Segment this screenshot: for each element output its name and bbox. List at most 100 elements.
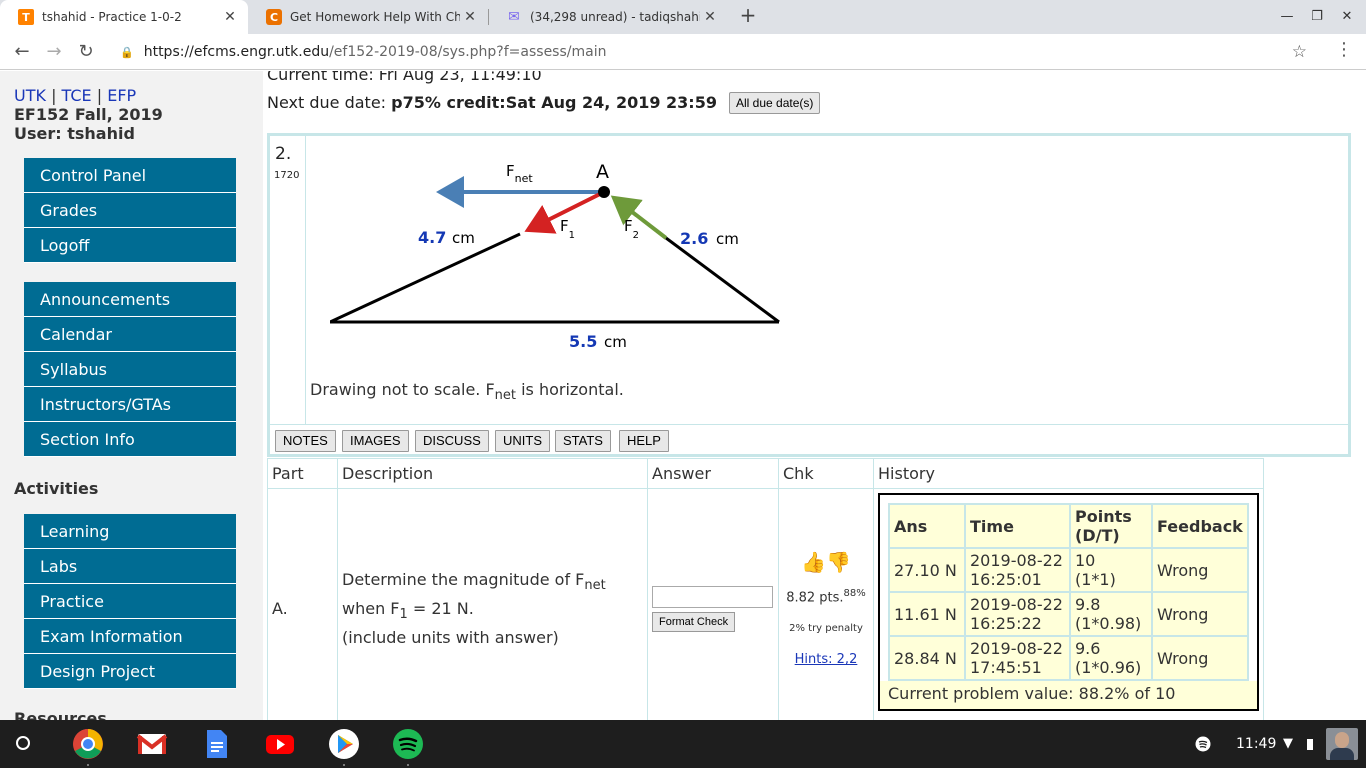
menu-syllabus[interactable]: Syllabus: [24, 352, 236, 387]
chrome-icon[interactable]: [72, 728, 104, 760]
play-store-icon[interactable]: [328, 728, 360, 760]
thumbs-down-icon[interactable]: 👎: [826, 550, 851, 574]
menu-labs[interactable]: Labs: [24, 549, 236, 584]
course-info: EF152 Fall, 2019 User: tshahid: [14, 105, 163, 143]
history-row: 27.10 N 2019-08-22 16:25:01 10 (1*1) Wrong: [888, 547, 1249, 593]
history-time: 2019-08-22 16:25:01: [964, 547, 1071, 593]
f1-label: F1: [560, 217, 575, 241]
problem-box: 2. 1720 A Fnet F1 F2 4.7 cm 2.6 cm 5.5 c…: [267, 133, 1351, 457]
history-box: Ans Time Points (D/T) Feedback 27.10 N 2…: [878, 493, 1259, 711]
due-label: Next due date:: [267, 93, 387, 112]
forward-icon[interactable]: →: [40, 38, 68, 66]
os-taskbar: 11:49 ▼: [0, 720, 1366, 768]
efp-link[interactable]: EFP: [107, 86, 136, 105]
thumbs-up-icon[interactable]: 👍: [801, 550, 826, 574]
format-check-button[interactable]: Format Check: [652, 611, 736, 632]
menu-announcements[interactable]: Announcements: [24, 282, 236, 317]
units-button[interactable]: UNITS: [495, 430, 550, 452]
running-indicator: [343, 764, 345, 766]
problem-button-row: NOTES IMAGES DISCUSS UNITS STATS HELP: [270, 424, 1348, 457]
url-path: /ef152-2019-08/sys.php?f=assess/main: [329, 44, 607, 60]
tab-title: tshahid - Practice 1-0-2: [42, 10, 182, 24]
address-bar[interactable]: 🔒 https://efcms.engr.utk.edu/ef152-2019-…: [110, 37, 1325, 67]
launcher-icon[interactable]: [16, 736, 30, 750]
tab-practice[interactable]: T tshahid - Practice 1-0-2 ✕: [0, 0, 248, 34]
tab-title: (34,298 unread) - tadiqshahid@g: [530, 10, 700, 24]
minimize-icon[interactable]: —: [1276, 6, 1298, 28]
new-tab-icon[interactable]: +: [736, 4, 760, 28]
youtube-icon[interactable]: [264, 728, 296, 760]
all-due-dates-button[interactable]: All due date(s): [729, 92, 821, 114]
close-tab-icon[interactable]: ✕: [220, 9, 240, 25]
point-a: [598, 186, 610, 198]
triangle-right-side: [665, 236, 780, 324]
answer-table: Part Description Answer Chk History A. D…: [267, 458, 1264, 720]
user-name: User: tshahid: [14, 124, 135, 143]
menu-logoff[interactable]: Logoff: [24, 228, 236, 263]
browser-tab-bar: T tshahid - Practice 1-0-2 ✕ C Get Homew…: [0, 0, 1366, 34]
restore-icon[interactable]: ❐: [1306, 6, 1328, 28]
tce-link[interactable]: TCE: [62, 86, 92, 105]
mail-favicon-icon: ✉: [508, 9, 520, 25]
running-indicator: [407, 764, 409, 766]
menu-learning[interactable]: Learning: [24, 514, 236, 549]
due-value: p75% credit:Sat Aug 24, 2019 23:59: [391, 93, 717, 112]
menu-practice[interactable]: Practice: [24, 584, 236, 619]
col-part: Part: [267, 458, 338, 489]
bottom-length: 5.5: [569, 332, 597, 351]
hints-link[interactable]: Hints: 2,2: [783, 652, 869, 667]
menu-design-project[interactable]: Design Project: [24, 654, 236, 689]
problem-note: Drawing not to scale. Fnet is horizontal…: [310, 380, 624, 404]
spotify-tray-icon[interactable]: [1195, 720, 1211, 768]
stats-button[interactable]: STATS: [555, 430, 611, 452]
close-window-icon[interactable]: ✕: [1336, 6, 1358, 28]
menu-control-panel[interactable]: Control Panel: [24, 158, 236, 193]
menu-grades[interactable]: Grades: [24, 193, 236, 228]
menu-exam-information[interactable]: Exam Information: [24, 619, 236, 654]
close-tab-icon[interactable]: ✕: [700, 9, 720, 25]
triangle-left-side: [330, 232, 521, 324]
utk-favicon-icon: T: [18, 9, 34, 25]
wifi-icon[interactable]: ▼: [1283, 720, 1293, 768]
reload-icon[interactable]: ↻: [72, 38, 100, 66]
answer-input[interactable]: [652, 585, 773, 608]
next-due-date: Next due date: p75% credit:Sat Aug 24, 2…: [267, 93, 717, 112]
google-docs-icon[interactable]: [200, 728, 232, 760]
history-points: 9.8 (1*0.98): [1069, 591, 1153, 637]
history-ans: 27.10 N: [888, 547, 966, 593]
url-host: https://efcms.engr.utk.edu: [143, 44, 330, 60]
answer-cell: Format Check: [647, 488, 779, 720]
points-text: 8.82 pts.88%: [786, 587, 866, 606]
part-cell: A.: [267, 488, 338, 720]
images-button[interactable]: IMAGES: [342, 430, 409, 452]
tab-mail[interactable]: ✉ (34,298 unread) - tadiqshahid@g ✕: [488, 0, 728, 34]
close-tab-icon[interactable]: ✕: [460, 9, 480, 25]
chk-cell: 👍👎 8.82 pts.88% 2% try penalty Hints: 2,…: [778, 488, 874, 720]
menu-section-info[interactable]: Section Info: [24, 422, 236, 457]
spotify-icon[interactable]: [392, 728, 424, 760]
history-row: 11.61 N 2019-08-22 16:25:22 9.8 (1*0.98) W…: [888, 591, 1249, 637]
history-col-points: Points (D/T): [1069, 503, 1153, 549]
utk-link[interactable]: UTK: [14, 86, 46, 105]
battery-icon[interactable]: [1307, 720, 1313, 768]
menu-group-account: Control Panel Grades Logoff: [24, 158, 236, 263]
table-row: A. Determine the magnitude of Fnet when …: [267, 488, 1264, 720]
clock[interactable]: 11:49: [1236, 720, 1276, 768]
menu-instructors[interactable]: Instructors/GTAs: [24, 387, 236, 422]
activities-heading: Activities: [14, 479, 99, 498]
problem-number-cell: 2. 1720: [270, 136, 306, 424]
tab-chegg[interactable]: C Get Homework Help With Chegg ✕: [248, 0, 488, 34]
history-cell: Ans Time Points (D/T) Feedback 27.10 N 2…: [873, 488, 1264, 720]
menu-calendar[interactable]: Calendar: [24, 317, 236, 352]
history-header-row: Ans Time Points (D/T) Feedback: [888, 503, 1249, 549]
history-points: 9.6 (1*0.96): [1069, 635, 1153, 681]
bookmark-star-icon[interactable]: ☆: [1292, 42, 1307, 62]
problem-number: 2.: [275, 144, 292, 164]
browser-menu-icon[interactable]: ⋮: [1334, 39, 1354, 63]
avatar[interactable]: [1326, 728, 1358, 760]
gmail-icon[interactable]: [136, 728, 168, 760]
notes-button[interactable]: NOTES: [275, 430, 336, 452]
back-icon[interactable]: ←: [8, 38, 36, 66]
help-button[interactable]: HELP: [619, 430, 669, 452]
discuss-button[interactable]: DISCUSS: [415, 430, 489, 452]
